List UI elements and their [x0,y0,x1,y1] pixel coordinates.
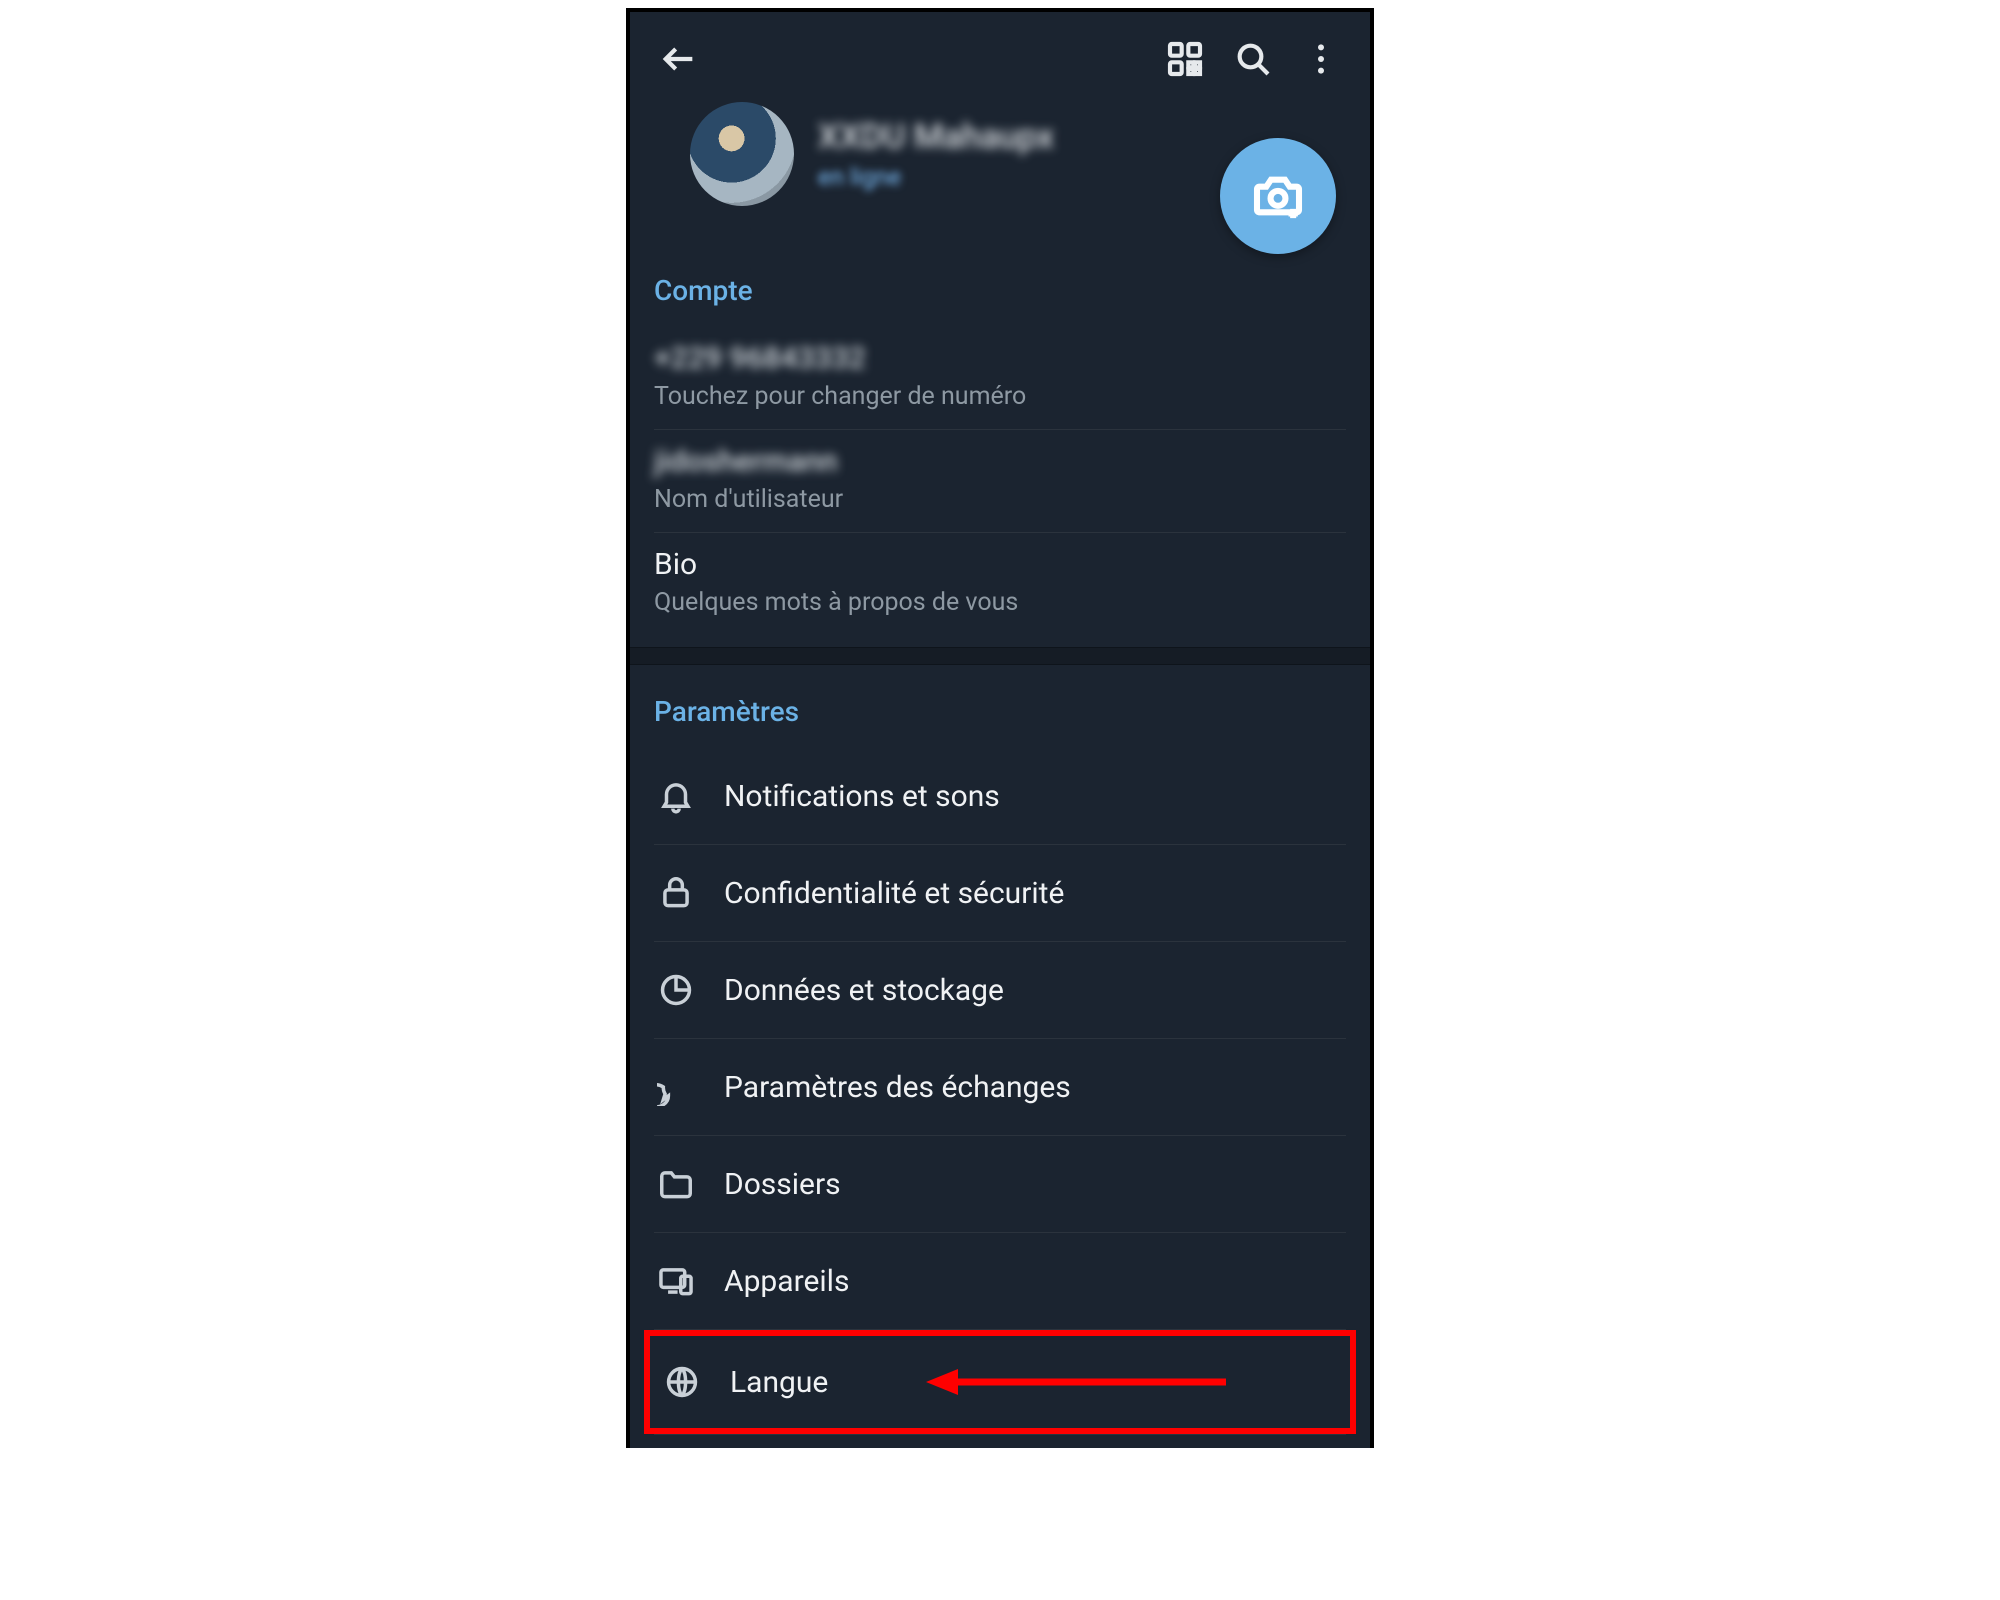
account-phone-sub: Touchez pour changer de numéro [654,376,1346,411]
settings-item-label: Langue [730,1365,828,1400]
account-phone-row[interactable]: +229 96843332 Touchez pour changer de nu… [654,327,1346,430]
chat-icon [654,1065,698,1109]
settings-section: Paramètres Notifications et sons Confide… [630,665,1370,1448]
bell-icon [654,774,698,818]
account-username-value: jidoshermann [654,444,1346,479]
settings-item-devices[interactable]: Appareils [654,1233,1346,1330]
settings-item-label: Paramètres des échanges [724,1070,1071,1105]
settings-item-label: Appareils [724,1264,849,1299]
settings-item-folders[interactable]: Dossiers [654,1136,1346,1233]
settings-item-label: Données et stockage [724,973,1004,1008]
account-section-title: Compte [654,264,1346,327]
settings-item-chat[interactable]: Paramètres des échanges [654,1039,1346,1136]
settings-section-title: Paramètres [654,685,1346,748]
account-bio-title: Bio [654,547,1346,582]
camera-icon [1250,168,1306,224]
globe-icon [660,1360,704,1404]
settings-item-label: Dossiers [724,1167,841,1202]
more-button[interactable] [1294,32,1348,86]
qr-button[interactable] [1158,32,1212,86]
settings-item-label: Confidentialité et sécurité [724,876,1064,911]
devices-icon [654,1259,698,1303]
settings-item-language-highlight: Langue [654,1330,1346,1434]
account-section: Compte +229 96843332 Touchez pour change… [630,236,1370,647]
search-button[interactable] [1226,32,1280,86]
settings-item-privacy[interactable]: Confidentialité et sécurité [654,845,1346,942]
settings-item-label: Notifications et sons [724,779,1000,814]
settings-item-data[interactable]: Données et stockage [654,942,1346,1039]
profile-header[interactable]: XXDU Mahaupx en ligne [630,92,1370,236]
back-button[interactable] [652,32,706,86]
settings-item-language[interactable]: Langue [660,1354,1340,1410]
change-photo-button[interactable] [1220,138,1336,254]
account-bio-sub: Quelques mots à propos de vous [654,582,1346,617]
folder-icon [654,1162,698,1206]
account-username-row[interactable]: jidoshermann Nom d'utilisateur [654,430,1346,533]
more-vertical-icon [1301,39,1341,79]
lock-icon [654,871,698,915]
profile-status: en ligne [818,163,1054,191]
settings-screen: XXDU Mahaupx en ligne Compte +229 968433… [626,8,1374,1448]
avatar[interactable] [690,102,794,206]
settings-item-notifications[interactable]: Notifications et sons [654,748,1346,845]
search-icon [1233,39,1273,79]
account-username-sub: Nom d'utilisateur [654,479,1346,514]
pie-chart-icon [654,968,698,1012]
account-phone-value: +229 96843332 [654,341,1346,376]
header-bar [630,12,1370,92]
account-bio-row[interactable]: Bio Quelques mots à propos de vous [654,533,1346,643]
profile-name: XXDU Mahaupx [818,117,1054,157]
arrow-left-icon [659,39,699,79]
qr-icon [1165,39,1205,79]
